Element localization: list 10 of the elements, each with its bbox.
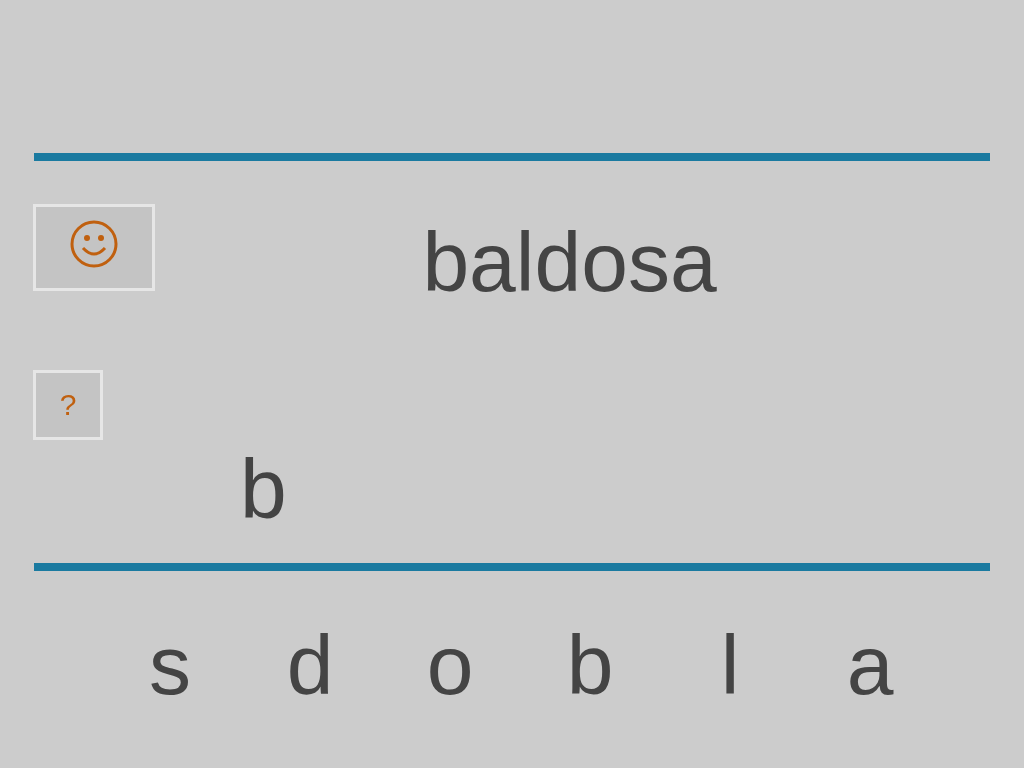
answer-letter: b xyxy=(240,447,287,531)
letter-tile[interactable]: b xyxy=(566,623,614,707)
prompt-word: baldosa xyxy=(422,220,717,304)
letter-tile[interactable]: l xyxy=(720,623,740,707)
letter-tile[interactable]: a xyxy=(846,623,894,707)
smiley-button[interactable] xyxy=(33,204,155,291)
letter-tile[interactable]: o xyxy=(426,623,474,707)
letter-tile[interactable]: d xyxy=(286,623,334,707)
letter-tile[interactable]: s xyxy=(149,623,191,707)
smiley-icon xyxy=(69,218,119,269)
